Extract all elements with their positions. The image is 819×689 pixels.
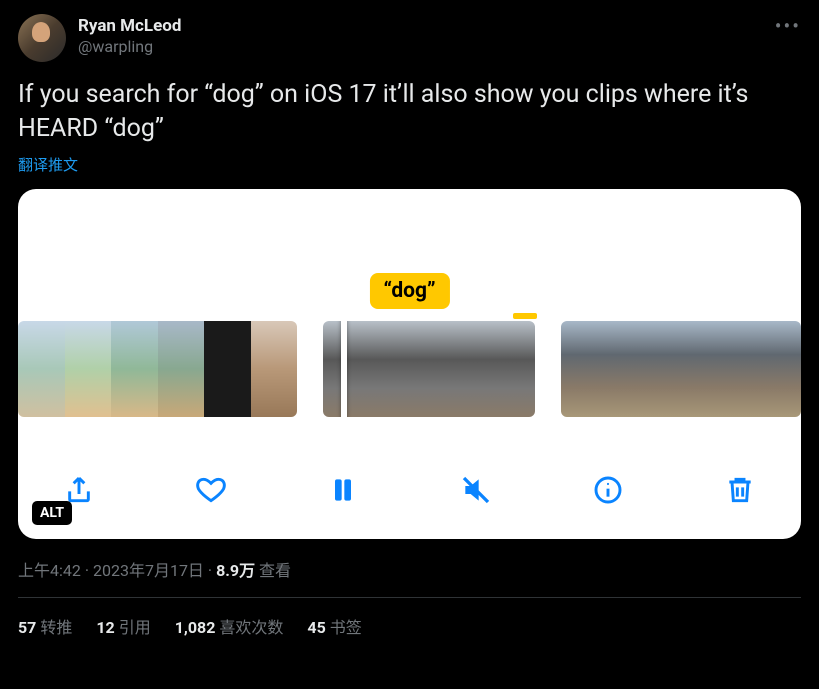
- caption-marker: [513, 313, 537, 319]
- clip-frame: [681, 321, 721, 417]
- info-icon[interactable]: [591, 473, 625, 507]
- clip-frame: [761, 321, 801, 417]
- mute-icon[interactable]: [459, 473, 493, 507]
- clip-frame: [323, 321, 376, 417]
- clip-frame: [721, 321, 761, 417]
- clip-group[interactable]: [561, 321, 801, 417]
- clip-frame: [376, 321, 429, 417]
- search-caption-bubble: “dog”: [369, 273, 449, 309]
- clip-frame: [561, 321, 601, 417]
- clip-frame: [482, 321, 535, 417]
- handle: @warpling: [78, 37, 181, 57]
- clip-frame: [601, 321, 641, 417]
- trash-icon[interactable]: [723, 473, 757, 507]
- video-timeline-strip[interactable]: [18, 321, 801, 417]
- tweet-container: Ryan McLeod @warpling ••• If you search …: [0, 0, 819, 652]
- media-toolbar: [18, 465, 801, 515]
- pause-icon[interactable]: [326, 473, 360, 507]
- heart-icon[interactable]: [194, 473, 228, 507]
- tweet-header: Ryan McLeod @warpling •••: [18, 14, 801, 62]
- views-label: 查看: [255, 561, 291, 580]
- tweet-text: If you search for “dog” on iOS 17 it’ll …: [18, 78, 801, 146]
- media-card[interactable]: “dog”: [18, 189, 801, 539]
- clip-frame: [429, 321, 482, 417]
- clip-frame: [251, 321, 298, 417]
- clip-frame: [641, 321, 681, 417]
- clip-frame: [65, 321, 112, 417]
- translate-link[interactable]: 翻译推文: [18, 154, 801, 175]
- quotes-stat[interactable]: 12引用: [96, 614, 150, 638]
- alt-badge[interactable]: ALT: [32, 501, 72, 525]
- clip-frame: [204, 321, 251, 417]
- retweets-stat[interactable]: 57转推: [18, 614, 72, 638]
- clip-group[interactable]: [18, 321, 297, 417]
- tweet-stats: 57转推 12引用 1,082喜欢次数 45书签: [18, 598, 801, 638]
- clip-frame: [18, 321, 65, 417]
- playhead[interactable]: [341, 321, 347, 417]
- time[interactable]: 上午4:42: [18, 561, 81, 580]
- bookmarks-stat[interactable]: 45书签: [307, 614, 361, 638]
- clip-group[interactable]: [323, 321, 534, 417]
- likes-stat[interactable]: 1,082喜欢次数: [175, 614, 284, 638]
- avatar[interactable]: [18, 14, 66, 62]
- date[interactable]: 2023年7月17日: [93, 561, 204, 580]
- tweet-meta: 上午4:42 · 2023年7月17日 · 8.9万 查看: [18, 557, 801, 581]
- more-icon[interactable]: •••: [775, 14, 801, 38]
- clip-frame: [158, 321, 205, 417]
- clip-frame: [111, 321, 158, 417]
- views-count: 8.9万: [216, 561, 255, 580]
- display-name: Ryan McLeod: [78, 16, 181, 37]
- author-names[interactable]: Ryan McLeod @warpling: [78, 16, 181, 57]
